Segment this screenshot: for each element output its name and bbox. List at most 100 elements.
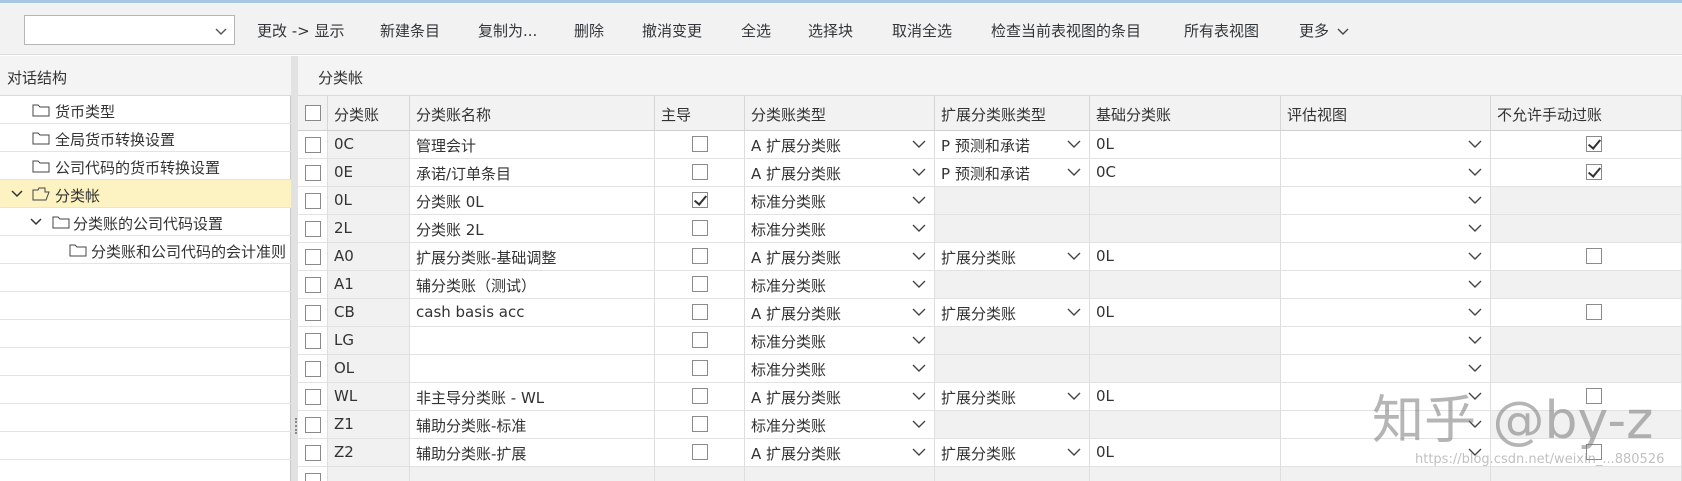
column-header-underlying-ledger[interactable]: 基础分类账 — [1090, 96, 1281, 131]
valuation-view-cell[interactable] — [1281, 131, 1491, 159]
leading-checkbox[interactable] — [692, 444, 708, 460]
chevron-down-icon[interactable] — [1067, 447, 1081, 457]
row-selector[interactable] — [298, 159, 328, 187]
ledger-type-cell[interactable]: A 扩展分类账 — [745, 299, 935, 327]
leading-cell[interactable] — [655, 327, 745, 355]
ledger-name-cell[interactable]: 承诺/订单条目 — [410, 159, 655, 187]
valuation-view-cell[interactable] — [1281, 299, 1491, 327]
underlying-ledger-cell[interactable]: 0C — [1090, 159, 1281, 187]
ledger-name-cell[interactable]: 管理会计 — [410, 131, 655, 159]
chevron-down-icon[interactable] — [1468, 391, 1482, 401]
select-all-checkbox[interactable] — [305, 105, 321, 121]
toggle-change-display-button[interactable]: 更改 -> 显示 — [257, 21, 345, 41]
tree-item[interactable]: 分类账和公司代码的会计准则 — [0, 236, 291, 264]
chevron-down-icon[interactable] — [912, 195, 926, 205]
row-selector[interactable] — [298, 467, 328, 481]
row-selector[interactable] — [298, 355, 328, 383]
row-selector[interactable] — [298, 299, 328, 327]
row-selector[interactable] — [298, 187, 328, 215]
column-header-no-manual-posting[interactable]: 不允许手动过账 — [1491, 96, 1682, 131]
row-select-checkbox[interactable] — [305, 165, 321, 181]
column-header-ledger[interactable]: 分类账 — [328, 96, 410, 131]
row-select-checkbox[interactable] — [305, 389, 321, 405]
chevron-down-icon[interactable] — [912, 335, 926, 345]
leading-cell[interactable] — [655, 215, 745, 243]
ledger-type-cell[interactable]: A 扩展分类账 — [745, 243, 935, 271]
chevron-down-icon[interactable] — [912, 139, 926, 149]
chevron-down-icon[interactable] — [912, 363, 926, 373]
row-select-checkbox[interactable] — [305, 221, 321, 237]
ledger-type-cell[interactable]: A 扩展分类账 — [745, 131, 935, 159]
no-manual-posting-checkbox[interactable] — [1586, 248, 1602, 264]
undo-change-button[interactable]: 撤消变更 — [642, 21, 702, 41]
valuation-view-cell[interactable] — [1281, 215, 1491, 243]
no-manual-posting-cell[interactable] — [1491, 243, 1682, 271]
no-manual-posting-checkbox[interactable] — [1586, 388, 1602, 404]
column-header-ledger-type[interactable]: 分类账类型 — [745, 96, 935, 131]
chevron-down-icon[interactable] — [1468, 335, 1482, 345]
delete-button[interactable]: 删除 — [574, 21, 604, 41]
no-manual-posting-checkbox[interactable] — [1586, 304, 1602, 320]
row-select-checkbox[interactable] — [305, 445, 321, 461]
chevron-down-icon[interactable] — [912, 279, 926, 289]
no-manual-posting-cell[interactable] — [1491, 383, 1682, 411]
expand-chevron-icon[interactable] — [11, 189, 23, 199]
ledger-name-cell[interactable]: 分类账 0L — [410, 187, 655, 215]
tree-item[interactable]: 分类帐 — [0, 180, 291, 208]
ledger-name-cell[interactable]: cash basis acc — [410, 299, 655, 327]
ledger-type-cell[interactable]: 标准分类账 — [745, 411, 935, 439]
tree-item[interactable]: 货币类型 — [0, 96, 291, 124]
row-selector[interactable] — [298, 439, 328, 467]
row-select-checkbox[interactable] — [305, 333, 321, 349]
row-selector[interactable] — [298, 131, 328, 159]
view-select-dropdown[interactable] — [24, 15, 235, 45]
chevron-down-icon[interactable] — [1468, 223, 1482, 233]
all-table-views-button[interactable]: 所有表视图 — [1184, 21, 1259, 41]
ledger-type-cell[interactable]: 标准分类账 — [745, 271, 935, 299]
select-all-button[interactable]: 全选 — [741, 21, 771, 41]
leading-cell[interactable] — [655, 271, 745, 299]
chevron-down-icon[interactable] — [912, 251, 926, 261]
underlying-ledger-cell[interactable]: 0L — [1090, 299, 1281, 327]
ledger-name-cell[interactable]: 辅助分类账-标准 — [410, 411, 655, 439]
column-header-extension-type[interactable]: 扩展分类账类型 — [935, 96, 1090, 131]
leading-checkbox[interactable] — [692, 164, 708, 180]
no-manual-posting-checkbox[interactable] — [1586, 444, 1602, 460]
chevron-down-icon[interactable] — [912, 391, 926, 401]
leading-checkbox[interactable] — [692, 136, 708, 152]
leading-checkbox[interactable] — [692, 304, 708, 320]
column-header-valuation-view[interactable]: 评估视图 — [1281, 96, 1491, 131]
chevron-down-icon[interactable] — [1468, 447, 1482, 457]
leading-cell[interactable] — [655, 355, 745, 383]
chevron-down-icon[interactable] — [1067, 167, 1081, 177]
valuation-view-cell[interactable] — [1281, 243, 1491, 271]
ledger-name-cell[interactable]: 非主导分类账 - WL — [410, 383, 655, 411]
row-select-checkbox[interactable] — [305, 305, 321, 321]
underlying-ledger-cell[interactable]: 0L — [1090, 131, 1281, 159]
chevron-down-icon[interactable] — [1468, 167, 1482, 177]
chevron-down-icon[interactable] — [1468, 279, 1482, 289]
tree-item[interactable]: 公司代码的货币转换设置 — [0, 152, 291, 180]
row-selector[interactable] — [298, 383, 328, 411]
chevron-down-icon[interactable] — [1468, 195, 1482, 205]
row-select-checkbox[interactable] — [305, 417, 321, 433]
leading-checkbox[interactable] — [692, 220, 708, 236]
column-header-leading[interactable]: 主导 — [655, 96, 745, 131]
no-manual-posting-checkbox[interactable] — [1586, 164, 1602, 180]
chevron-down-icon[interactable] — [1067, 391, 1081, 401]
chevron-down-icon[interactable] — [1468, 363, 1482, 373]
row-select-checkbox[interactable] — [305, 473, 321, 481]
splitter-grip[interactable] — [295, 418, 297, 434]
underlying-ledger-cell[interactable]: 0L — [1090, 383, 1281, 411]
no-manual-posting-checkbox[interactable] — [1586, 136, 1602, 152]
ledger-type-cell[interactable]: 标准分类账 — [745, 187, 935, 215]
underlying-ledger-cell[interactable]: 0L — [1090, 243, 1281, 271]
check-entries-button[interactable]: 检查当前表视图的条目 — [991, 21, 1141, 41]
no-manual-posting-cell[interactable] — [1491, 159, 1682, 187]
ledger-name-cell[interactable]: 辅分类账（测试） — [410, 271, 655, 299]
row-selector[interactable] — [298, 271, 328, 299]
no-manual-posting-cell[interactable] — [1491, 439, 1682, 467]
valuation-view-cell[interactable] — [1281, 355, 1491, 383]
ledger-name-cell[interactable]: 辅助分类账-扩展 — [410, 439, 655, 467]
ledger-type-cell[interactable]: A 扩展分类账 — [745, 159, 935, 187]
